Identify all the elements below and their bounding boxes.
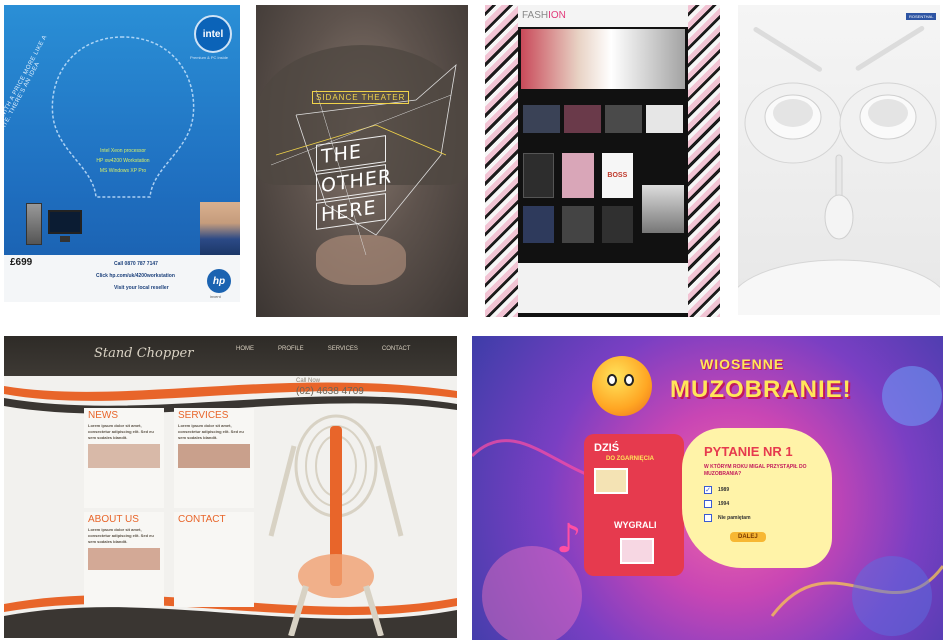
thumbnail[interactable] bbox=[523, 105, 560, 133]
sidebar-photo bbox=[642, 185, 684, 233]
music-note-icon: ♪ bbox=[556, 516, 582, 562]
boss-label: BOSS bbox=[607, 171, 628, 179]
product-thumb[interactable] bbox=[523, 205, 555, 243]
tableware-face bbox=[738, 25, 940, 315]
answer-label: 1994 bbox=[718, 501, 730, 507]
monitor-stand bbox=[60, 236, 70, 242]
mascot-character bbox=[592, 356, 652, 416]
checkbox-icon[interactable] bbox=[704, 514, 712, 522]
fashion-logo[interactable]: FASHION bbox=[522, 10, 566, 21]
question-bubble: PYTANIE NR 1 W KTÓRYM ROKU MIGAL PRZYSTĄ… bbox=[682, 428, 832, 568]
answer-label: Nie pamiętam bbox=[718, 515, 751, 521]
about-photo bbox=[88, 548, 160, 570]
answer-label: 1989 bbox=[718, 487, 730, 493]
today-sub: DO ZGARNIĘCIA bbox=[606, 456, 654, 462]
section-title: NEWS bbox=[88, 410, 118, 421]
section-lead: Lorem ipsum dolor sit amet, consectetur … bbox=[178, 423, 244, 440]
today-label: DZIŚ bbox=[594, 442, 620, 454]
title-main: MUZOBRANIE! bbox=[670, 376, 852, 403]
section-title: SERVICES bbox=[178, 410, 229, 421]
poster-title: THE OTHER HERE bbox=[316, 135, 392, 230]
checkbox-icon[interactable] bbox=[704, 500, 712, 508]
news-card: NEWS Lorem ipsum dolor sit amet, consect… bbox=[84, 408, 164, 508]
mascot-eye bbox=[624, 374, 634, 386]
news-photo bbox=[88, 444, 160, 468]
thumbnail[interactable] bbox=[605, 105, 642, 133]
svg-text:HP xw4200 Workstation: HP xw4200 Workstation bbox=[96, 158, 149, 164]
monitor-image bbox=[48, 210, 82, 234]
submit-button[interactable]: DALEJ bbox=[730, 532, 766, 542]
section-lead: Lorem ipsum dolor sit amet, consectetur … bbox=[88, 527, 154, 544]
product-thumb[interactable] bbox=[523, 153, 555, 198]
answer-option[interactable]: ✓ 1989 bbox=[704, 486, 729, 494]
intel-logo: intel bbox=[194, 15, 232, 53]
muzobranie-website: WIOSENNE MUZOBRANIE! DZIŚ DO ZGARNIĘCIA … bbox=[472, 336, 943, 640]
winners-label: WYGRALI bbox=[614, 520, 657, 530]
intel-tagline: Premium & PC inside bbox=[190, 55, 229, 60]
product-thumb[interactable] bbox=[562, 153, 594, 198]
product-thumb[interactable] bbox=[601, 205, 633, 243]
fashion-website: FASHION BOSS bbox=[485, 5, 720, 317]
product-thumb[interactable] bbox=[562, 205, 594, 243]
answer-option[interactable]: Nie pamiętam bbox=[704, 514, 751, 522]
price-text: £699 bbox=[10, 257, 33, 268]
fashion-page: FASHION BOSS bbox=[518, 5, 688, 317]
title-top: WIOSENNE bbox=[700, 356, 785, 372]
services-photo bbox=[178, 444, 250, 468]
section-title: CONTACT bbox=[178, 514, 226, 525]
click-text: Click hp.com/uk/4200workstation bbox=[96, 273, 175, 279]
contact-card: CONTACT bbox=[174, 512, 254, 607]
mascot-eye bbox=[607, 374, 617, 386]
man-photo bbox=[200, 202, 240, 255]
thumbnail[interactable] bbox=[646, 105, 683, 133]
product-grid: BOSS bbox=[523, 153, 633, 243]
hero-image bbox=[521, 29, 685, 89]
call-text: Call 0870 787 7147 bbox=[114, 261, 158, 267]
question-title: PYTANIE NR 1 bbox=[704, 444, 793, 459]
prize-panel: DZIŚ DO ZGARNIĘCIA WYGRALI bbox=[584, 434, 684, 576]
theater-poster: SIDANCE THEATER THE OTHER HERE bbox=[256, 5, 468, 317]
answer-option[interactable]: 1994 bbox=[704, 500, 729, 508]
svg-text:MS Windows XP Pro: MS Windows XP Pro bbox=[100, 168, 147, 174]
lightbulb-illustration: Intel Xeon processor HP xw4200 Workstati… bbox=[51, 36, 195, 198]
fashion-header: FASHION bbox=[518, 5, 688, 27]
tableware-ad: ROSENTHAL bbox=[738, 5, 940, 315]
hp-tagline: invent bbox=[210, 294, 221, 299]
winner-image bbox=[620, 538, 654, 564]
hp-workstation-ad: Intel Xeon processor HP xw4200 Workstati… bbox=[4, 5, 240, 302]
prize-image bbox=[594, 468, 628, 494]
fashion-footer bbox=[518, 263, 688, 313]
skeleton-illustration bbox=[268, 414, 404, 636]
reseller-text: Visit your local reseller bbox=[114, 285, 169, 291]
question-text: W KTÓRYM ROKU MIGAL PRZYSTĄPIŁ DO MUZOBR… bbox=[704, 464, 807, 477]
checkbox-checked-icon[interactable]: ✓ bbox=[704, 486, 712, 494]
chiropractor-website: Stand Chopper HOME PROFILE SERVICES CONT… bbox=[4, 336, 457, 638]
thumbnail[interactable] bbox=[564, 105, 601, 133]
section-title: ABOUT US bbox=[88, 514, 139, 525]
services-card: SERVICES Lorem ipsum dolor sit amet, con… bbox=[174, 408, 254, 508]
company-name: SIDANCE THEATER bbox=[312, 91, 410, 104]
svg-text:Intel Xeon processor: Intel Xeon processor bbox=[100, 148, 146, 154]
thumb-row bbox=[523, 105, 683, 133]
phone-number: (02) 4638 4709 bbox=[296, 386, 364, 397]
hp-logo: hp bbox=[207, 269, 231, 293]
about-card: ABOUT US Lorem ipsum dolor sit amet, con… bbox=[84, 512, 164, 607]
product-thumb[interactable]: BOSS bbox=[601, 153, 633, 198]
call-label: Call Now bbox=[296, 378, 321, 384]
section-lead: Lorem ipsum dolor sit amet, consectetur … bbox=[88, 423, 154, 440]
workstation-tower-image bbox=[26, 203, 42, 245]
